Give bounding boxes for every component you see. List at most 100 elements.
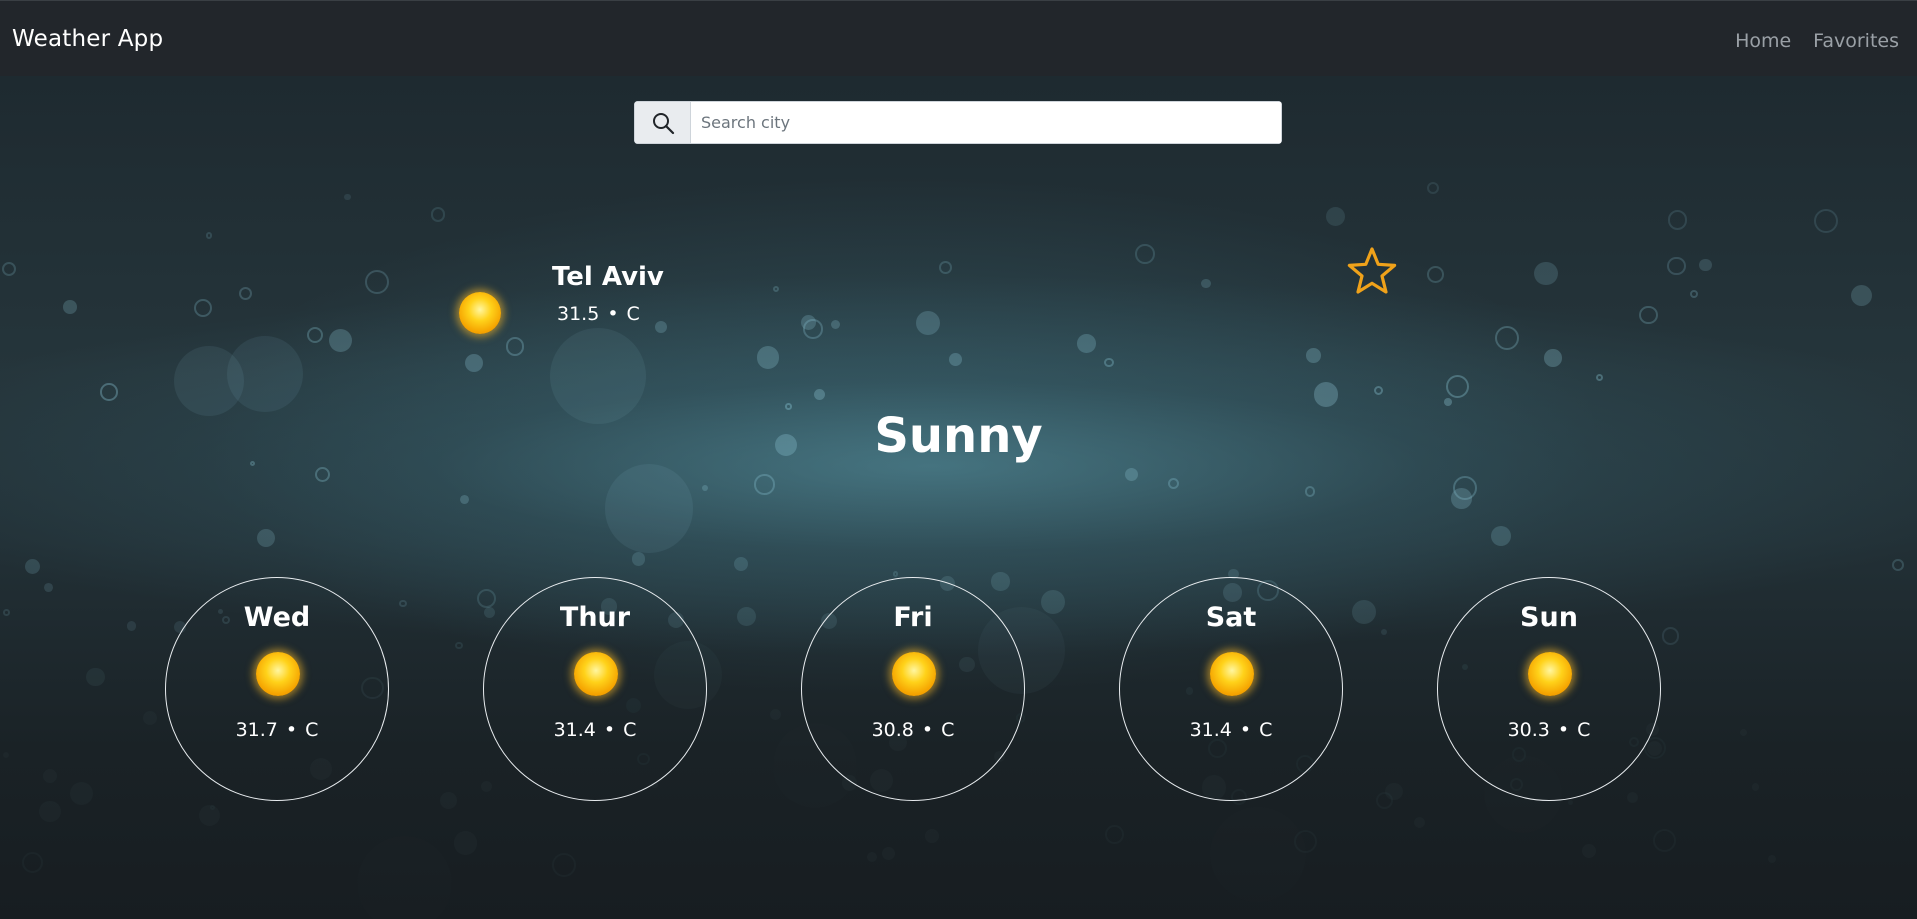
bokeh-particle [44,583,54,592]
bokeh-particle [86,667,106,687]
bokeh-particle [1306,348,1322,364]
forecast-card-sun[interactable]: Sun 30.3 • C [1437,577,1661,801]
sun-icon [256,652,300,696]
bokeh-particle [1380,628,1387,636]
forecast-card-wed[interactable]: Wed 31.7 • C [165,577,389,801]
separator-dot: • [921,719,934,741]
bokeh-particle [772,285,780,293]
bokeh-particle [1201,278,1211,288]
bokeh-particle [1699,258,1712,272]
bokeh-particle [459,494,469,504]
bokeh-particle [915,310,940,335]
bokeh-particle [3,609,10,616]
bokeh-particle [22,851,43,873]
forecast-card-fri[interactable]: Fri 30.8 • C [801,577,1025,801]
bokeh-particle [3,752,9,758]
bokeh-particle [925,829,939,843]
temperature-unit: C [941,719,955,741]
bokeh-particle [1667,210,1688,231]
bokeh-particle [1544,349,1562,367]
bokeh-particle [867,852,877,862]
search-bar [634,101,1282,144]
bokeh-particle [1661,627,1680,645]
bokeh-particle [24,559,41,575]
sun-icon [1528,652,1572,696]
bokeh-particle [892,571,899,577]
bokeh-particle [357,836,452,919]
bokeh-particle [756,345,780,369]
forecast-temperature: 31.7 • C [166,719,388,741]
bokeh-particle [199,805,220,826]
bokeh-particle [43,769,57,783]
bokeh-particle [1490,525,1511,547]
bokeh-particle [1426,182,1439,195]
bokeh-particle [1385,783,1403,801]
bokeh-particle [1313,382,1338,407]
bokeh-particle [1375,791,1393,809]
forecast-card-sat[interactable]: Sat 31.4 • C [1119,577,1343,801]
bokeh-particle [939,261,953,275]
forecast-temperature: 30.3 • C [1438,719,1660,741]
bokeh-particle [1135,244,1156,264]
nav-home-link[interactable]: Home [1735,30,1791,52]
bokeh-particle [2,261,17,276]
temperature-value: 31.4 [1189,719,1232,741]
bokeh-particle [831,320,841,330]
temperature-unit: C [626,303,640,325]
bokeh-particle [127,621,137,631]
temperature-value: 30.3 [1507,719,1550,741]
separator-dot: • [1239,719,1252,741]
bokeh-particle [1851,284,1873,306]
bokeh-particle [882,847,895,860]
bokeh-particle [238,286,252,300]
bokeh-particle [1351,600,1377,625]
sun-icon [574,652,618,696]
temperature-value: 31.5 [557,303,600,325]
bokeh-particle [100,383,118,401]
bokeh-particle [1752,783,1760,791]
bokeh-particle [1427,266,1444,283]
sun-icon [892,652,936,696]
forecast-day: Thur [559,602,631,633]
bokeh-particle [1414,817,1425,828]
search-input[interactable] [691,101,1282,144]
bokeh-particle [604,464,694,553]
weather-condition: Sunny [874,408,1043,464]
search-button[interactable] [634,101,691,144]
star-outline-icon[interactable] [1346,246,1398,296]
bokeh-particle [1639,305,1658,325]
bokeh-particle [1652,828,1677,853]
bokeh-particle [1077,333,1096,353]
nav-favorites-link[interactable]: Favorites [1813,30,1899,52]
current-temperature: 31.5 • C [557,303,640,325]
bokeh-particle [803,319,823,339]
forecast-day: Fri [893,602,933,633]
forecast-temperature: 30.8 • C [802,719,1024,741]
bokeh-particle [440,792,457,809]
bokeh-particle [1892,558,1904,571]
bokeh-particle [328,329,352,353]
bokeh-particle [800,315,816,331]
temperature-value: 31.7 [235,719,278,741]
sun-icon [1210,652,1254,696]
app-brand[interactable]: Weather App [12,26,163,52]
bokeh-particle [454,831,478,855]
bokeh-particle [1534,262,1558,286]
bokeh-particle [364,270,389,295]
bokeh-particle [991,572,1010,591]
bokeh-particle [1667,256,1686,276]
bokeh-particle [143,711,157,725]
bokeh-particle [1582,844,1596,858]
forecast-day: Sat [1205,602,1257,633]
bokeh-particle [1647,741,1662,756]
bokeh-particle [701,484,709,492]
forecast-card-thur[interactable]: Thur 31.4 • C [483,577,707,801]
bokeh-particle [1304,486,1316,497]
forecast-day: Wed [243,602,311,633]
bokeh-particle [464,353,483,372]
search-icon [652,112,674,134]
forecast-day: Sun [1520,602,1578,633]
bokeh-particle [1768,855,1776,863]
city-name: Tel Aviv [552,262,664,292]
bokeh-particle [39,801,61,823]
